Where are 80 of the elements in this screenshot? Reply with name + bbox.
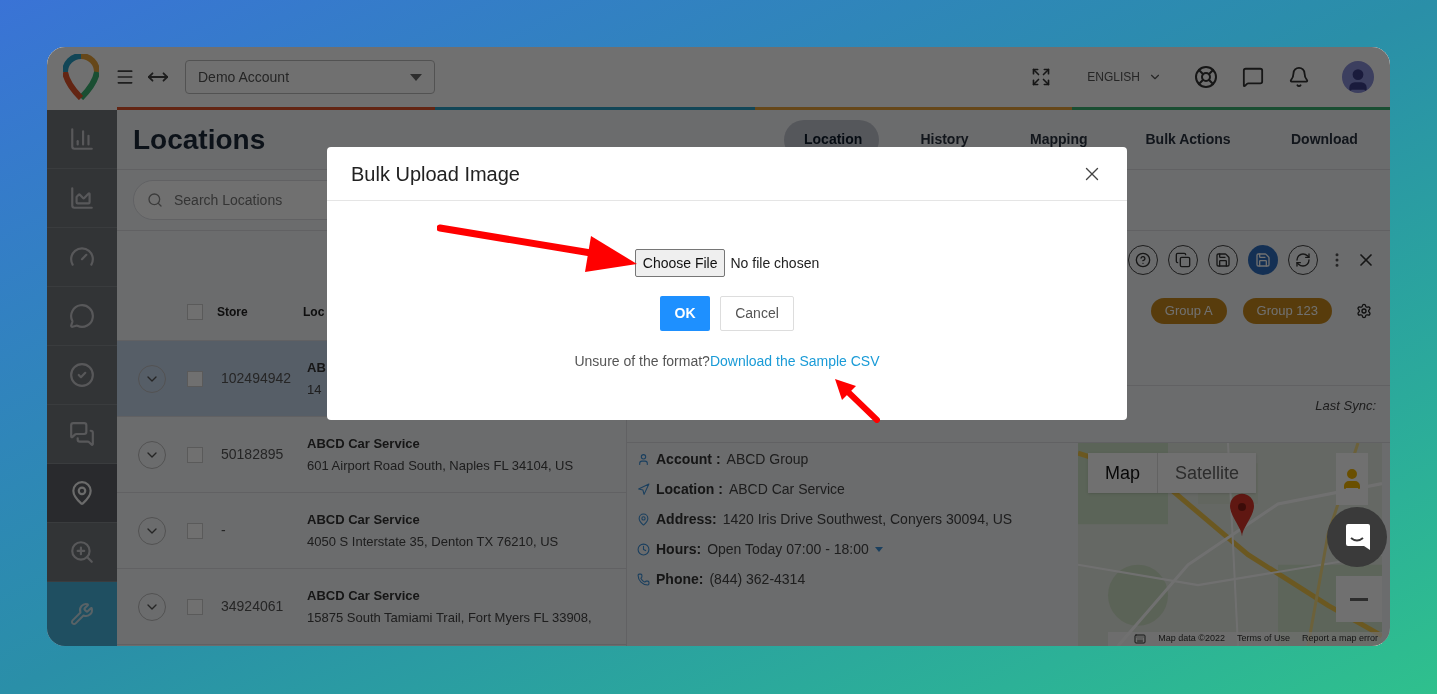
copy-icon	[1175, 251, 1191, 268]
map-type-button[interactable]: Satellite	[1157, 453, 1257, 493]
wrench-icon[interactable]	[70, 602, 94, 626]
cancel-button[interactable]: Cancel	[720, 296, 794, 331]
field-value: ABCD Car Service	[728, 479, 845, 499]
field-value: Open Today 07:00 - 18:00	[707, 539, 869, 559]
row-checkbox[interactable]	[187, 370, 203, 387]
field-label: Location :	[656, 479, 723, 499]
refresh-icon	[1295, 251, 1311, 268]
chat-icon[interactable]	[1242, 66, 1264, 88]
field-label: Hours:	[656, 539, 702, 559]
field-label: Account :	[656, 449, 721, 469]
location-address: 14	[307, 381, 323, 399]
fullscreen-icon[interactable]	[1031, 67, 1052, 87]
location-name: ABCD Car Service	[307, 510, 421, 529]
location-address: 15875 South Tamiami Trail, Fort Myers FL 33908,	[307, 609, 592, 627]
bell-icon[interactable]	[1288, 66, 1310, 88]
field-value: ABCD Group	[726, 449, 809, 469]
last-sync-label: Last Sync:	[1315, 397, 1376, 415]
bar-chart-icon[interactable]	[69, 126, 95, 152]
modal-title: Bulk Upload Image	[351, 161, 520, 187]
account-select[interactable]: Demo Account	[185, 60, 435, 94]
area-chart-icon[interactable]	[69, 185, 95, 211]
save-icon	[1215, 251, 1231, 268]
caret-icon[interactable]	[874, 546, 883, 552]
navigation-icon	[637, 482, 650, 496]
menu-icon[interactable]	[115, 67, 135, 87]
toolbar-button[interactable]	[1248, 244, 1278, 275]
save-icon	[1255, 251, 1271, 268]
map-pin-icon[interactable]	[69, 480, 95, 506]
location-name: AB	[307, 358, 326, 377]
map-attribution: Map data ©2022	[1158, 632, 1225, 646]
settings-icon[interactable]	[1356, 302, 1372, 319]
page-title: Locations	[133, 122, 266, 157]
location-address: 4050 S Interstate 35, Denton TX 76210, US	[307, 533, 559, 551]
logo-icon	[63, 54, 99, 100]
zoom-in-icon[interactable]	[69, 539, 95, 565]
map-attribution[interactable]: Terms of Use	[1236, 632, 1290, 646]
help-icon	[1135, 251, 1151, 268]
field-label: Address:	[656, 509, 717, 529]
speech-bubble-icon[interactable]	[69, 303, 95, 329]
field-value: 1420 Iris Drive Southwest, Conyers 30094, US	[722, 509, 1013, 529]
tab[interactable]: History	[897, 119, 992, 160]
clock-icon	[637, 542, 650, 556]
map-attribution[interactable]: Report a map error	[1301, 632, 1378, 646]
ok-button[interactable]: OK	[660, 296, 710, 331]
caret-icon	[410, 73, 422, 81]
phone-icon	[637, 572, 650, 586]
zoom-out-button[interactable]	[1336, 576, 1382, 622]
store-cell-text: -	[221, 521, 227, 540]
lifebuoy-icon[interactable]	[1194, 65, 1218, 89]
format-hint: Unsure of the format?Download the Sample CSV	[574, 352, 880, 371]
check-circle-icon[interactable]	[69, 362, 95, 388]
sample-csv-link[interactable]: Download the Sample CSV	[709, 353, 880, 369]
search-icon	[147, 192, 163, 208]
annotation-arrow	[834, 378, 880, 423]
minus-icon	[1350, 597, 1368, 601]
field-label: Phone:	[656, 569, 704, 589]
question-answer-icon[interactable]	[69, 421, 95, 447]
column-header: Loc	[303, 303, 325, 321]
file-status: No file chosen	[730, 253, 820, 273]
location-address: 601 Airport Road South, Naples FL 34104, US	[307, 457, 574, 475]
column-header: Store	[217, 303, 249, 321]
tab[interactable]: Mapping	[1010, 119, 1105, 160]
store-cell-text: 34924061	[221, 597, 285, 616]
store-cell-text: 102494942	[221, 369, 293, 388]
tab[interactable]: Download	[1271, 119, 1366, 160]
avatar[interactable]	[1342, 61, 1374, 93]
store-cell-text: 50182895	[221, 445, 285, 464]
tab[interactable]: Bulk Actions	[1123, 119, 1253, 160]
user-icon	[637, 452, 650, 466]
keyboard-icon[interactable]	[1134, 633, 1147, 645]
map-pin-icon	[637, 512, 650, 526]
location-name: ABCD Car Service	[307, 434, 421, 453]
group-tag: Group 123	[1242, 297, 1332, 324]
group-tag: Group A	[1150, 297, 1227, 324]
language-select[interactable]: ENGLISH	[1087, 68, 1162, 86]
choose-file-button[interactable]: Choose File	[634, 249, 726, 277]
field-value: (844) 362-4314	[709, 569, 806, 589]
location-name: ABCD Car Service	[307, 586, 421, 605]
